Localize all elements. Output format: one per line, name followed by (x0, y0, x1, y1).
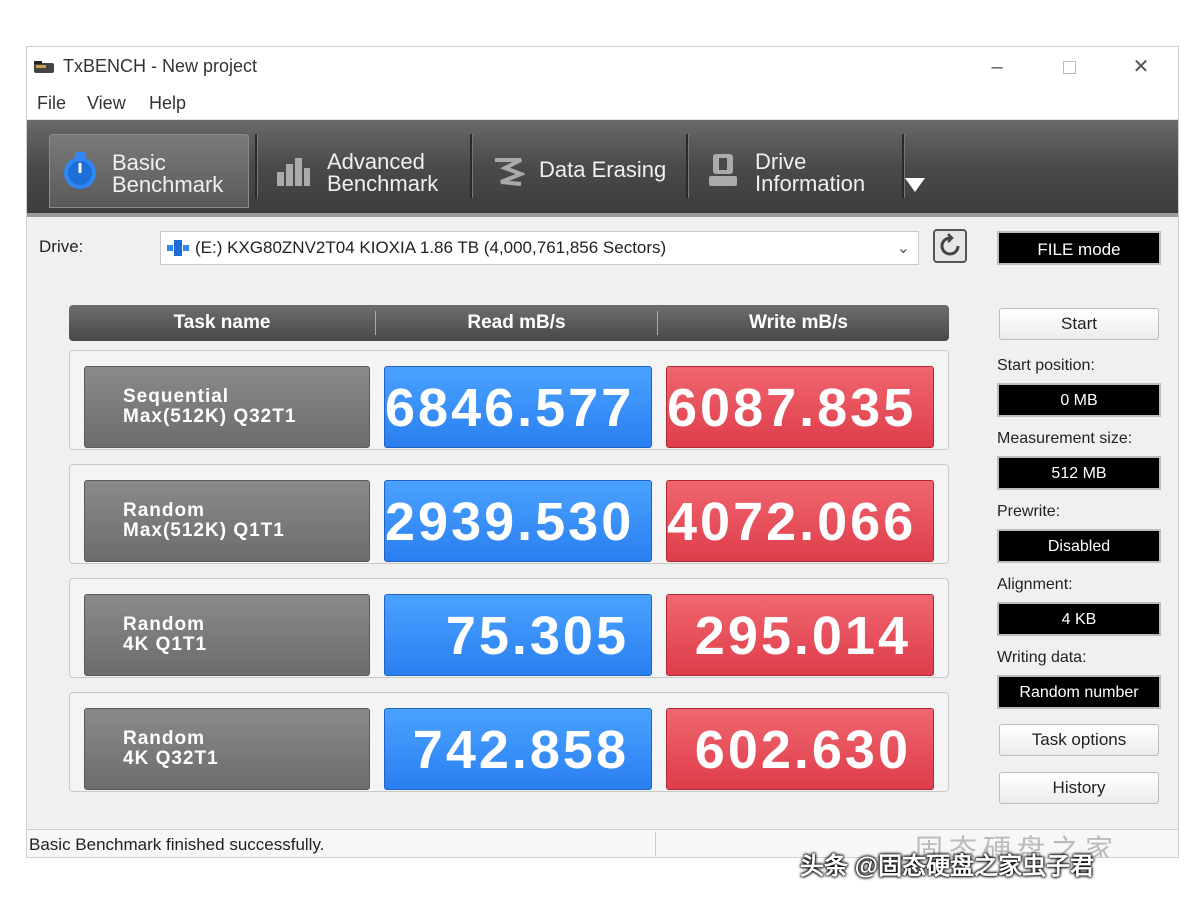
start-position-value[interactable]: 0 MB (997, 383, 1161, 417)
bar-chart-icon (277, 158, 310, 186)
app-window: TxBENCH - New project – ✕ File View Help… (26, 46, 1179, 858)
drive-label: Drive: (39, 237, 84, 256)
tab-basic-benchmark[interactable]: Basic Benchmark (49, 134, 249, 208)
read-speed-cell: 75.305 (384, 594, 652, 676)
prewrite-label: Prewrite: (997, 503, 1061, 520)
history-button[interactable]: History (999, 772, 1159, 804)
tab-drive-info-label: Drive Information (755, 149, 866, 196)
close-icon: ✕ (1132, 56, 1150, 78)
alignment-value[interactable]: 4 KB (997, 602, 1161, 636)
read-speed-cell: 6846.577 (384, 366, 652, 448)
write-speed-cell: 295.014 (666, 594, 934, 676)
menu-bar: File View Help (27, 87, 1178, 120)
drive-info-icon (709, 154, 737, 186)
task-options-button[interactable]: Task options (999, 724, 1159, 756)
header-task-name: Task name (173, 312, 271, 333)
table-row: Random 4K Q32T1 742.858 602.630 (69, 692, 949, 792)
eraser-icon (495, 158, 525, 186)
header-write: Write mB/s (749, 312, 848, 333)
writing-data-label: Writing data: (997, 649, 1087, 666)
table-row: Random 4K Q1T1 75.305 295.014 (69, 578, 949, 678)
minimize-button[interactable]: – (974, 51, 1020, 83)
tab-drive-information[interactable]: Drive Information (699, 134, 899, 206)
start-button[interactable]: Start (999, 308, 1159, 340)
write-speed-cell: 6087.835 (666, 366, 934, 448)
file-mode-display[interactable]: FILE mode (997, 231, 1161, 265)
close-button[interactable]: ✕ (1118, 51, 1164, 83)
task-name-cell: Random 4K Q1T1 (84, 594, 370, 676)
tab-advanced-label: Advanced Benchmark (327, 149, 439, 196)
tab-data-erasing-label: Data Erasing (539, 157, 667, 182)
title-bar[interactable]: TxBENCH - New project – ✕ (27, 47, 1178, 87)
refresh-icon (940, 233, 960, 256)
refresh-drive-button[interactable] (933, 229, 967, 263)
read-speed-cell: 742.858 (384, 708, 652, 790)
drive-select[interactable]: (E:) KXG80ZNV2T04 KIOXIA 1.86 TB (4,000,… (160, 231, 919, 265)
main-content: Drive: (E:) KXG80ZNV2T04 KIOXIA 1.86 TB … (27, 217, 1178, 829)
tab-advanced-benchmark[interactable]: Advanced Benchmark (267, 134, 467, 206)
start-position-label: Start position: (997, 357, 1095, 374)
drive-icon (167, 240, 189, 256)
window-title: TxBENCH - New project (63, 56, 258, 76)
writing-data-value[interactable]: Random number (997, 675, 1161, 709)
table-row: Random Max(512K) Q1T1 2939.530 4072.066 (69, 464, 949, 564)
menu-view[interactable]: View (87, 93, 126, 114)
stopwatch-icon (64, 152, 96, 189)
menu-file[interactable]: File (37, 93, 66, 114)
header-read: Read mB/s (467, 312, 566, 333)
tab-data-erasing[interactable]: Data Erasing (483, 134, 683, 206)
tabs-overflow-arrow-icon[interactable] (905, 178, 925, 192)
corner-watermark: 头条 @固态硬盘之家虫子君 (800, 853, 1095, 880)
tab-basic-label: Basic Benchmark (112, 150, 224, 197)
write-speed-cell: 602.630 (666, 708, 934, 790)
results-table-header: Task name Read mB/s Write mB/s (69, 305, 949, 341)
write-speed-cell: 4072.066 (666, 480, 934, 562)
tab-toolbar: Basic Benchmark Advanced Benchmark Data Er… (27, 120, 1178, 217)
task-name-cell: Random Max(512K) Q1T1 (84, 480, 370, 562)
chevron-down-icon: ⌄ (896, 240, 910, 257)
app-logo-icon (34, 61, 54, 73)
measurement-size-value[interactable]: 512 MB (997, 456, 1161, 490)
prewrite-value[interactable]: Disabled (997, 529, 1161, 563)
task-name-cell: Sequential Max(512K) Q32T1 (84, 366, 370, 448)
drive-select-value: (E:) KXG80ZNV2T04 KIOXIA 1.86 TB (4,000,… (195, 238, 667, 257)
task-name-cell: Random 4K Q32T1 (84, 708, 370, 790)
table-row: Sequential Max(512K) Q32T1 6846.577 6087… (69, 350, 949, 450)
menu-help[interactable]: Help (149, 93, 186, 114)
status-message: Basic Benchmark finished successfully. (29, 835, 325, 854)
measurement-size-label: Measurement size: (997, 430, 1133, 447)
maximize-icon (1062, 61, 1076, 75)
read-speed-cell: 2939.530 (384, 480, 652, 562)
alignment-label: Alignment: (997, 576, 1073, 593)
maximize-button[interactable] (1046, 51, 1092, 83)
